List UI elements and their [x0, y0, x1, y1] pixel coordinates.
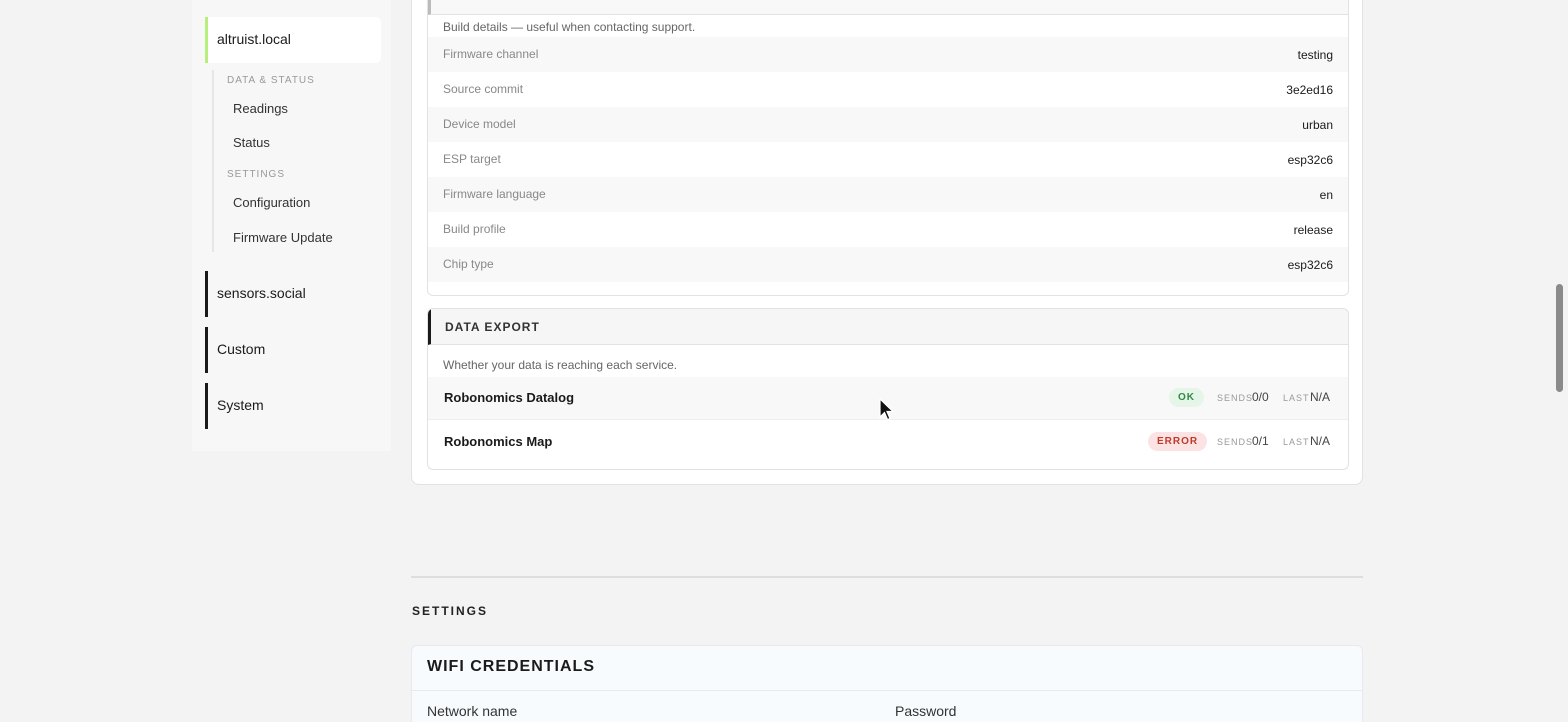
sends-label: SENDS [1217, 393, 1254, 403]
kv-row: Firmware language en [428, 177, 1348, 212]
data-export-description: Whether your data is reaching each servi… [443, 358, 678, 372]
kv-key: ESP target [443, 152, 501, 166]
wifi-credentials-card: WIFI CREDENTIALS Network name Password [411, 645, 1363, 722]
page-scrollbar[interactable] [1551, 0, 1568, 722]
sidebar-group-label: sensors.social [217, 285, 306, 301]
data-export-panel: DATA EXPORT Whether your data is reachin… [427, 308, 1349, 470]
kv-key: Device model [443, 117, 516, 131]
sidebar-group-altruist-local[interactable]: altruist.local [205, 17, 381, 63]
password-label: Password [895, 703, 957, 719]
kv-row: Device model urban [428, 107, 1348, 142]
kv-key: Firmware language [443, 187, 546, 201]
sidebar: altruist.local DATA & STATUS Readings St… [192, 0, 391, 451]
sidebar-group-label: altruist.local [217, 31, 291, 47]
last-label: LAST [1283, 437, 1310, 447]
kv-value: en [1319, 188, 1333, 202]
sidebar-item-firmware-update[interactable]: Firmware Update [233, 230, 333, 245]
sidebar-group-label: System [217, 397, 264, 413]
kv-key: Chip type [443, 257, 494, 271]
kv-row: Chip type esp32c6 [428, 247, 1348, 282]
sidebar-item-configuration[interactable]: Configuration [233, 195, 310, 210]
kv-row: Build profile release [428, 212, 1348, 247]
kv-row: ESP target esp32c6 [428, 142, 1348, 177]
build-description: Build details — useful when contacting s… [443, 20, 696, 34]
kv-value: release [1293, 223, 1333, 237]
settings-section-title: SETTINGS [412, 604, 489, 618]
kv-key: Build profile [443, 222, 506, 236]
kv-value: esp32c6 [1287, 153, 1333, 167]
sends-value: 0/0 [1252, 390, 1269, 404]
kv-key: Source commit [443, 82, 524, 96]
sidebar-item-readings[interactable]: Readings [233, 101, 288, 116]
section-label-settings: SETTINGS [227, 169, 286, 180]
wifi-header-divider [412, 690, 1362, 691]
service-row-robonomics-map: Robonomics Map ERROR SENDS 0/1 LAST N/A [428, 421, 1348, 464]
kv-row: Source commit 3e2ed16 [428, 72, 1348, 107]
last-value: N/A [1310, 390, 1331, 404]
build-info-header [428, 0, 1348, 15]
last-label: LAST [1283, 393, 1310, 403]
last-value: N/A [1310, 434, 1331, 448]
section-label-data-status: DATA & STATUS [227, 75, 315, 86]
service-name: Robonomics Datalog [444, 390, 575, 405]
sidebar-group-custom[interactable]: Custom [205, 327, 381, 373]
status-badge: OK [1169, 388, 1204, 407]
section-divider [411, 576, 1363, 578]
mouse-cursor-icon [879, 398, 895, 421]
service-name: Robonomics Map [444, 434, 553, 449]
sidebar-group-label: Custom [217, 341, 266, 357]
sidebar-item-status[interactable]: Status [233, 135, 270, 150]
sub-nav: DATA & STATUS Readings Status SETTINGS C… [212, 70, 382, 252]
sends-label: SENDS [1217, 437, 1254, 447]
data-export-title: DATA EXPORT [445, 320, 540, 334]
sidebar-group-system[interactable]: System [205, 383, 381, 429]
network-name-label: Network name [427, 703, 518, 719]
kv-value: urban [1302, 118, 1333, 132]
sends-value: 0/1 [1252, 434, 1269, 448]
kv-value: 3e2ed16 [1286, 83, 1333, 97]
kv-value: esp32c6 [1287, 258, 1333, 272]
status-badge: ERROR [1148, 432, 1208, 451]
kv-row: Firmware channel testing [428, 37, 1348, 72]
wifi-credentials-title: WIFI CREDENTIALS [427, 658, 595, 675]
kv-value: testing [1297, 48, 1333, 62]
sidebar-group-sensors-social[interactable]: sensors.social [205, 271, 381, 317]
data-export-header: DATA EXPORT [428, 309, 1348, 345]
kv-key: Firmware channel [443, 47, 539, 61]
scrollbar-thumb[interactable] [1556, 284, 1563, 392]
build-info-panel: Build details — useful when contacting s… [427, 0, 1349, 296]
